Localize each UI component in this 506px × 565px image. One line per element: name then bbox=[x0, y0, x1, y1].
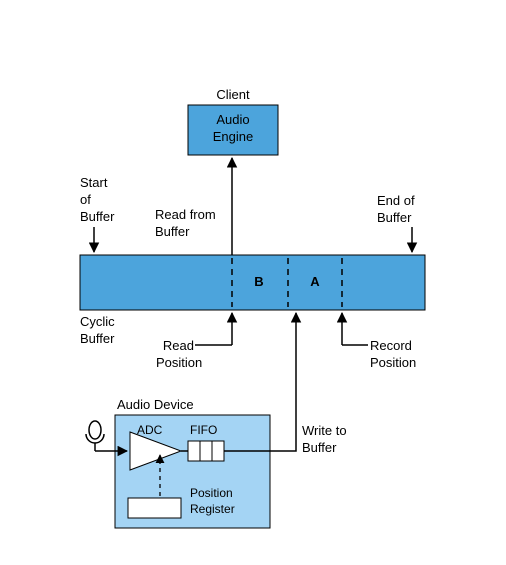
fifo-cell-2 bbox=[200, 441, 212, 461]
buffer-section-a: A bbox=[300, 274, 330, 291]
microphone-icon bbox=[86, 421, 104, 451]
read-from-buffer-label: Read from Buffer bbox=[155, 207, 216, 241]
position-register-label: Position Register bbox=[190, 486, 235, 517]
adc-label: ADC bbox=[137, 423, 162, 439]
end-of-buffer-label: End of Buffer bbox=[377, 193, 415, 227]
cyclic-buffer-label: Cyclic Buffer bbox=[80, 314, 115, 348]
fifo-cell-1 bbox=[188, 441, 200, 461]
client-title: Client bbox=[188, 87, 278, 104]
audio-engine-label: Audio Engine bbox=[188, 112, 278, 146]
write-to-buffer-label: Write to Buffer bbox=[302, 423, 347, 457]
audio-device-title: Audio Device bbox=[117, 397, 194, 414]
fifo-cell-3 bbox=[212, 441, 224, 461]
record-position-label: Record Position bbox=[370, 338, 416, 372]
buffer-section-b: B bbox=[244, 274, 274, 291]
read-position-label: Read Position bbox=[156, 338, 194, 372]
start-of-buffer-label: Start of Buffer bbox=[80, 175, 114, 226]
fifo-label: FIFO bbox=[190, 423, 217, 439]
position-register-rect bbox=[128, 498, 181, 518]
